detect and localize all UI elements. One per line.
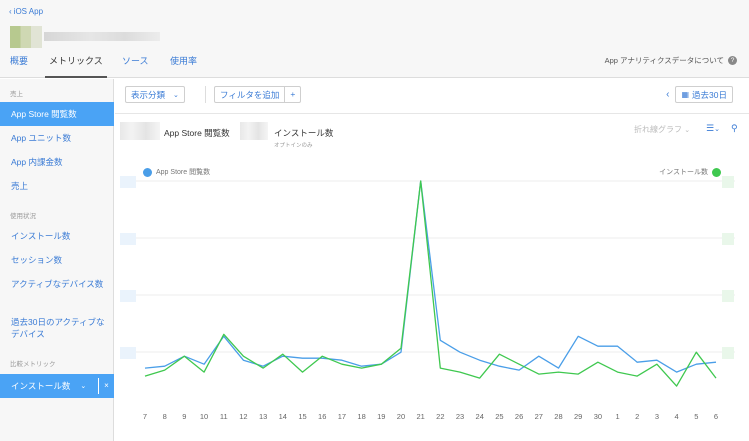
x-tick-label: 2 [635,412,639,421]
axis-side-markers [120,176,734,359]
left-axis-marker [120,290,136,302]
x-tick-label: 16 [318,412,326,421]
right-axis-marker [722,176,734,188]
x-tick-label: 20 [397,412,405,421]
x-tick-label: 17 [338,412,346,421]
x-tick-label: 12 [239,412,247,421]
x-tick-label: 6 [714,412,718,421]
x-tick-label: 19 [377,412,385,421]
x-tick-label: 15 [298,412,306,421]
x-tick-label: 13 [259,412,267,421]
x-tick-label: 1 [615,412,619,421]
x-tick-label: 28 [554,412,562,421]
x-tick-label: 30 [594,412,602,421]
x-tick-label: 29 [574,412,582,421]
right-axis-marker [722,290,734,302]
x-tick-label: 11 [220,412,228,421]
x-tick-label: 8 [163,412,167,421]
chart-grid [123,180,735,353]
x-tick-label: 27 [535,412,543,421]
x-tick-label: 21 [416,412,424,421]
x-tick-label: 7 [143,412,147,421]
x-tick-label: 23 [456,412,464,421]
x-tick-label: 25 [495,412,503,421]
x-tick-label: 3 [655,412,659,421]
left-axis-marker [120,233,136,245]
x-tick-label: 14 [279,412,287,421]
left-axis-marker [120,347,136,359]
chart-series [144,180,717,387]
series-line-installs[interactable] [144,180,717,387]
x-tick-label: 22 [436,412,444,421]
x-tick-label: 24 [476,412,484,421]
x-tick-label: 4 [675,412,679,421]
left-axis-marker [120,176,136,188]
x-tick-label: 9 [182,412,186,421]
x-tick-label: 5 [694,412,698,421]
line-chart: 7 8 9 10 11 12 13 14 15 16 17 18 19 20 21 22 23 24 25 26 27 2… [120,176,735,421]
x-axis-ticks: 7 8 9 10 11 12 13 14 15 16 17 18 19 20 21 22 23 24 25 26 27 2… [143,412,718,421]
x-tick-label: 26 [515,412,523,421]
x-tick-label: 10 [200,412,208,421]
right-axis-marker [722,347,734,359]
right-axis-marker [722,233,734,245]
x-tick-label: 18 [357,412,365,421]
